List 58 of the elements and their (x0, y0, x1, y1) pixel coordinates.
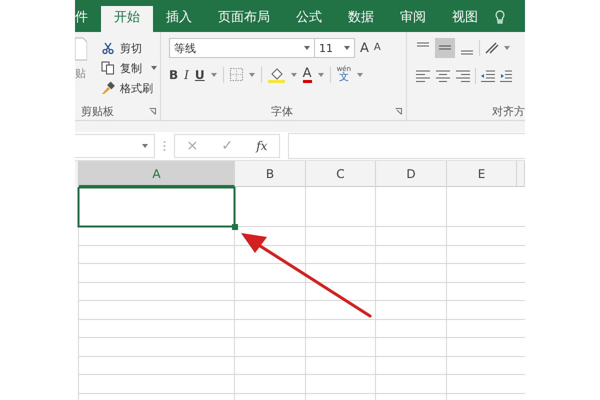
group-label: 对齐方 (492, 104, 525, 118)
ribbon-tab[interactable]: 件 (75, 6, 101, 32)
column-header[interactable]: D (376, 161, 447, 187)
ribbon-tab[interactable]: 审阅 (387, 6, 439, 32)
decrease-indent-icon[interactable] (480, 70, 496, 82)
group-label: 字体 (271, 104, 293, 118)
column-header[interactable]: B (235, 161, 306, 187)
caret-icon[interactable] (151, 66, 157, 70)
bold-button[interactable]: B (169, 68, 178, 80)
caret-icon[interactable] (248, 72, 255, 76)
ribbon-tab[interactable]: 公式 (283, 6, 335, 32)
align-middle-icon[interactable] (435, 38, 455, 58)
ribbon-tab[interactable]: 页面布局 (205, 6, 283, 32)
caret-icon[interactable] (357, 72, 364, 76)
caret-icon (344, 46, 350, 50)
caret-icon[interactable] (504, 46, 510, 50)
formula-input-field[interactable] (288, 133, 525, 159)
dialog-launcher-icon[interactable] (395, 108, 402, 114)
orientation-icon[interactable] (484, 41, 500, 55)
column-header[interactable]: C (306, 161, 376, 187)
borders-icon[interactable] (230, 68, 243, 81)
column-header[interactable]: E (447, 161, 517, 187)
align-left-icon[interactable] (415, 70, 431, 82)
clipboard-button[interactable]: 格式刷 (101, 79, 157, 97)
drag-handle-icon[interactable] (163, 140, 166, 152)
lightbulb-icon[interactable] (495, 10, 505, 24)
clipboard-button[interactable]: 复制 (101, 59, 157, 77)
font-name-field[interactable]: 等线 (169, 38, 315, 58)
ribbon-tab[interactable]: 数据 (335, 6, 387, 32)
caret-icon (142, 144, 148, 148)
insert-function-button[interactable]: fx (256, 139, 268, 153)
copy-icon (101, 61, 115, 75)
group-label: 剪贴板 (81, 104, 114, 118)
fill-color-icon[interactable] (268, 66, 285, 82)
clipboard-button[interactable]: 剪切 (101, 39, 157, 57)
increase-indent-icon[interactable] (500, 70, 512, 82)
ribbon-tab[interactable]: 开始 (101, 6, 153, 32)
align-right-icon[interactable] (455, 70, 471, 82)
clipboard-icon[interactable] (75, 36, 87, 62)
ribbon-tab[interactable]: 视图 (439, 6, 491, 32)
align-center-icon[interactable] (435, 70, 451, 82)
grow-font-button[interactable]: A (360, 42, 369, 54)
shrink-font-button[interactable]: A (374, 43, 381, 53)
fill-handle-icon[interactable] (232, 224, 238, 230)
ribbon-tab[interactable]: 插入 (153, 6, 205, 32)
dialog-launcher-icon[interactable] (149, 108, 156, 114)
column-header[interactable]: A (79, 161, 235, 187)
selected-cell[interactable] (78, 187, 236, 228)
font-size-field[interactable]: 11 (315, 38, 355, 58)
italic-button[interactable]: I (184, 68, 189, 80)
font-color-button[interactable]: A (302, 66, 312, 82)
brush-icon (101, 81, 115, 95)
caret-icon[interactable] (210, 72, 217, 76)
scissors-icon (101, 41, 115, 55)
caret-icon[interactable] (318, 72, 324, 76)
underline-button[interactable]: U (194, 68, 205, 80)
caret-icon (304, 46, 310, 50)
caret-icon[interactable] (290, 72, 297, 76)
